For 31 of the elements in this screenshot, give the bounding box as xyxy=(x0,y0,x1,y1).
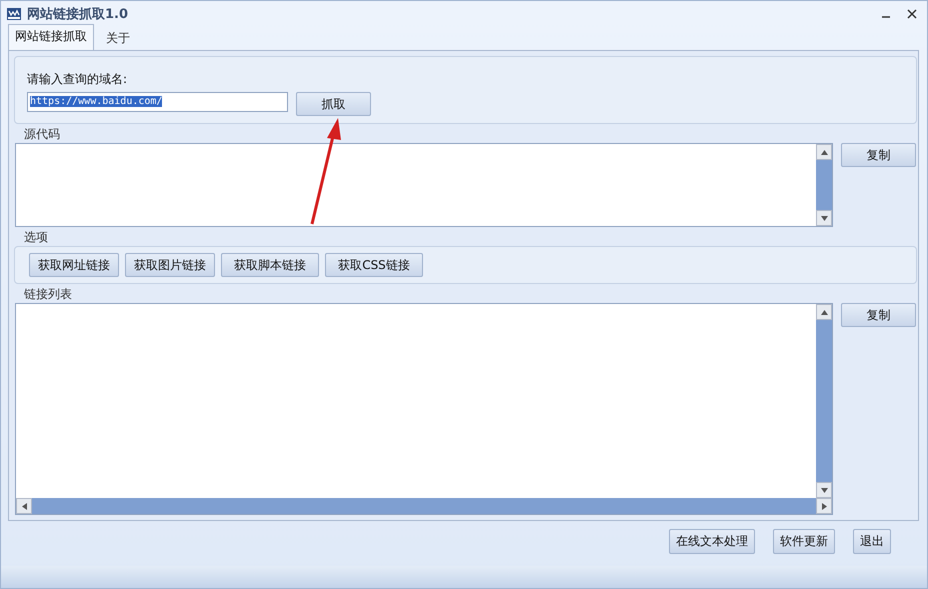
url-field[interactable]: https://www.baidu.com/ xyxy=(27,92,288,112)
scroll-up-icon[interactable] xyxy=(820,310,828,314)
scroll-right-icon[interactable] xyxy=(822,502,826,510)
close-icon[interactable] xyxy=(907,8,917,18)
footer-button[interactable]: 软件更新 xyxy=(773,529,835,554)
scroll-left-icon[interactable] xyxy=(22,502,26,510)
app-icon xyxy=(7,8,21,20)
links-textarea[interactable] xyxy=(15,303,833,515)
scrollbar[interactable] xyxy=(16,498,832,514)
copy-button[interactable]: 复制 xyxy=(841,143,916,167)
scrollbar[interactable] xyxy=(816,304,832,498)
option-button[interactable]: 获取图片链接 xyxy=(125,253,215,277)
option-button[interactable]: 获取CSS链接 xyxy=(325,253,423,277)
footer-button[interactable]: 在线文本处理 xyxy=(669,529,755,554)
scroll-down-icon[interactable] xyxy=(820,488,828,492)
section-label: 链接列表 xyxy=(24,287,72,302)
option-button[interactable]: 获取脚本链接 xyxy=(221,253,319,277)
section-label: 选项 xyxy=(24,230,48,245)
fetch-button[interactable]: 抓取 xyxy=(296,92,371,116)
window-title: 网站链接抓取1.0 xyxy=(27,6,128,22)
option-button[interactable]: 获取网址链接 xyxy=(29,253,119,277)
tab[interactable]: 网站链接抓取 xyxy=(8,24,94,50)
source-textarea[interactable] xyxy=(15,143,833,227)
copy-button[interactable]: 复制 xyxy=(841,303,916,327)
domain-label: 请输入查询的域名: xyxy=(27,71,128,88)
scroll-down-icon[interactable] xyxy=(820,216,828,220)
tab[interactable]: 关于 xyxy=(94,27,142,50)
footer-button[interactable]: 退出 xyxy=(853,529,891,554)
section-label: 源代码 xyxy=(24,127,60,142)
scroll-up-icon[interactable] xyxy=(820,150,828,154)
scrollbar[interactable] xyxy=(816,144,832,226)
